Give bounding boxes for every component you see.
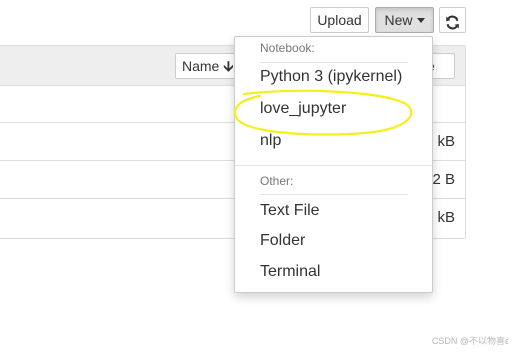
refresh-button[interactable] [439,7,466,33]
notebook-section-header: Notebook: [260,41,315,55]
new-dropdown-menu: Notebook: Python 3 (ipykernel) love_jupy… [234,36,433,293]
divider [260,194,408,195]
arrow-down-icon: 🡫 [223,58,234,74]
refresh-icon [446,15,459,29]
file-size: 2 B [432,171,455,188]
menu-item-love-jupyter-kernel[interactable]: love_jupyter [260,100,346,118]
menu-item-terminal[interactable]: Terminal [260,263,320,281]
menu-item-text-file[interactable]: Text File [260,202,320,220]
menu-item-nlp-kernel[interactable]: nlp [260,132,281,150]
sort-name-label: Name [182,58,220,74]
menu-item-folder[interactable]: Folder [260,232,305,250]
divider [235,165,432,166]
new-dropdown-button[interactable]: New [375,7,434,33]
jupyter-file-browser: Upload New Name🡫 ze kB 2 B kB [0,0,513,353]
watermark: CSDN @不以物喜ε [431,336,509,346]
file-size: kB [437,133,455,150]
file-size: kB [437,209,455,226]
upload-button[interactable]: Upload [310,7,369,33]
other-section-header: Other: [260,174,294,188]
new-button-label: New [384,12,413,28]
menu-item-python3-kernel[interactable]: Python 3 (ipykernel) [260,68,402,86]
divider [260,62,408,63]
caret-down-icon [416,18,425,23]
